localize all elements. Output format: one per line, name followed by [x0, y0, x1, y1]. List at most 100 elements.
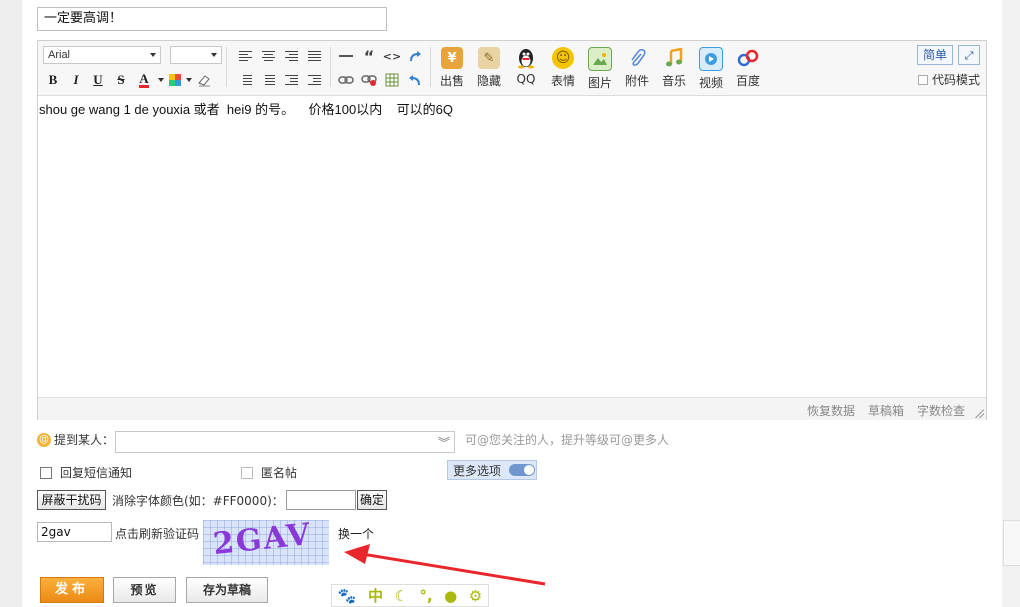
ordered-list-button[interactable]	[236, 71, 254, 89]
fullscreen-button[interactable]: ⤢	[958, 45, 980, 65]
code-button[interactable]: <>	[383, 47, 401, 65]
anonymous-checkbox[interactable]	[241, 466, 253, 479]
ime-mode[interactable]: 中	[368, 585, 383, 606]
reply-sms-checkbox[interactable]	[40, 466, 52, 479]
emoji-button[interactable]: ☺ 表情	[546, 47, 580, 91]
publish-button[interactable]: 发布	[40, 577, 104, 603]
sell-icon: ¥	[441, 47, 463, 69]
drafts-link[interactable]: 草稿箱	[868, 402, 904, 419]
qq-label: QQ	[516, 72, 536, 86]
block-interference-button[interactable]: 屏蔽干扰码	[37, 490, 106, 510]
align-left-button[interactable]	[236, 47, 254, 65]
hide-label: 隐藏	[476, 74, 501, 88]
image-button[interactable]: 图片	[583, 47, 617, 91]
horizontal-rule-icon	[339, 55, 353, 57]
toolbar-separator	[430, 47, 431, 87]
word-count-link[interactable]: 字数检查	[917, 402, 965, 419]
strikethrough-button[interactable]: S	[112, 71, 130, 89]
captcha-image[interactable]: 2GAV	[203, 516, 329, 565]
align-center-button[interactable]	[259, 47, 277, 65]
gear-icon[interactable]: ⚙	[469, 587, 482, 605]
justify-button[interactable]	[305, 47, 323, 65]
resize-grip-icon[interactable]	[974, 408, 984, 418]
align-right-button[interactable]	[282, 47, 300, 65]
baidu-label: 百度	[735, 74, 760, 88]
code-icon: <>	[382, 49, 402, 63]
post-title-input[interactable]: 一定要高调！	[37, 7, 387, 31]
captcha-image-text: 2GAV	[211, 516, 314, 563]
baidu-button[interactable]: 百度	[731, 47, 765, 91]
preview-button[interactable]: 预览	[113, 577, 176, 603]
more-options-button[interactable]: 更多选项	[447, 460, 537, 480]
indent-icon	[307, 74, 321, 86]
qq-penguin-icon	[515, 47, 537, 69]
font-family-value: Arial	[48, 49, 71, 61]
code-mode-toggle[interactable]: 代码模式	[918, 71, 980, 88]
code-mode-checkbox[interactable]	[918, 74, 928, 85]
italic-button[interactable]: I	[67, 71, 85, 89]
quote-button[interactable]: “	[360, 46, 378, 66]
horizontal-rule-button[interactable]	[337, 47, 355, 65]
unlink-button[interactable]	[360, 71, 378, 89]
toggle-switch-icon[interactable]	[509, 464, 536, 476]
redo-button[interactable]	[406, 47, 424, 65]
mention-input[interactable]: ︾	[115, 431, 455, 453]
music-button[interactable]: 音乐	[657, 47, 691, 91]
video-icon	[699, 47, 723, 71]
emoji-label: 表情	[550, 74, 575, 88]
punctuation-icon[interactable]: °,	[419, 587, 432, 605]
undo-button[interactable]	[406, 71, 424, 89]
reply-sms-option[interactable]: 回复短信通知	[40, 464, 132, 481]
align-center-icon	[261, 50, 275, 62]
editor-statusbar: 恢复数据 草稿箱 字数检查	[38, 397, 986, 420]
moon-icon[interactable]: ☾	[394, 587, 407, 605]
save-draft-button[interactable]: 存为草稿	[186, 577, 268, 603]
restore-data-link[interactable]: 恢复数据	[807, 402, 855, 419]
at-icon: @	[37, 432, 51, 447]
quote-icon: “	[363, 46, 375, 66]
anonymous-option[interactable]: 匿名帖	[241, 464, 297, 481]
side-scroll-tab[interactable]	[1003, 520, 1020, 566]
anonymous-label: 匿名帖	[261, 466, 298, 480]
video-button[interactable]: 视频	[694, 47, 728, 91]
table-button[interactable]	[383, 71, 401, 89]
indent-button[interactable]	[305, 71, 323, 89]
link-button[interactable]	[337, 71, 355, 89]
input-method-toolbar: 🐾 中 ☾ °, ● ⚙	[331, 584, 489, 607]
font-size-select[interactable]	[170, 46, 222, 64]
hide-button[interactable]: ✎ 隐藏	[472, 47, 506, 91]
double-chevron-down-icon[interactable]: ︾	[438, 434, 450, 451]
captcha-input[interactable]: 2gav	[37, 522, 112, 542]
confirm-button[interactable]: 确定	[357, 490, 387, 510]
eraser-icon	[198, 75, 210, 87]
music-label: 音乐	[661, 74, 686, 88]
redo-icon	[410, 51, 421, 62]
attachment-button[interactable]: 附件	[620, 47, 654, 91]
color-code-input[interactable]	[286, 490, 356, 510]
more-options-label: 更多选项	[453, 463, 502, 478]
toolbar-separator	[226, 47, 227, 87]
simple-mode-button[interactable]: 简单	[917, 45, 953, 65]
font-color-button[interactable]: A	[135, 71, 153, 89]
bold-button[interactable]: B	[44, 71, 62, 89]
video-label: 视频	[698, 76, 723, 90]
outdent-button[interactable]	[282, 71, 300, 89]
paw-icon[interactable]: 🐾	[338, 587, 357, 605]
sell-button[interactable]: ¥ 出售	[435, 47, 469, 91]
code-mode-label: 代码模式	[932, 73, 981, 87]
font-color-icon: A	[139, 70, 149, 88]
annotation-arrow-icon	[344, 544, 546, 586]
unordered-list-button[interactable]	[259, 71, 277, 89]
editor-content-area[interactable]: shou ge wang 1 de youxia 或者 hei9 的号。 价格1…	[38, 97, 986, 397]
user-icon[interactable]: ●	[444, 587, 457, 605]
rich-text-editor: Arial B I U S A “ <> ¥ 出售 ✎ 隐藏 QQ ☺ 表情 图…	[37, 40, 987, 420]
qq-button[interactable]: QQ	[509, 47, 543, 91]
font-family-select[interactable]: Arial	[43, 46, 161, 64]
mention-hint: 可@您关注的人，提升等级可@更多人	[465, 433, 670, 447]
chevron-down-icon	[186, 78, 192, 82]
chevron-down-icon	[158, 78, 164, 82]
mention-row: @ 提到某人：	[37, 431, 114, 448]
link-icon	[338, 76, 354, 84]
clear-format-button[interactable]	[195, 71, 213, 89]
underline-button[interactable]: U	[89, 71, 107, 89]
